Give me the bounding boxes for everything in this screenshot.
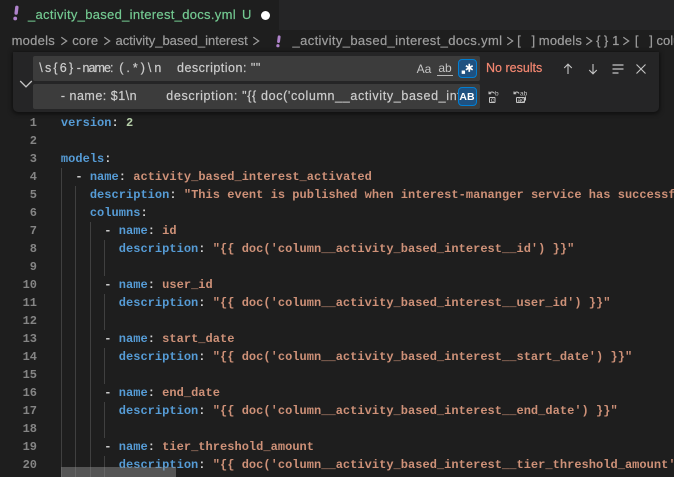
svg-text:b: b [495, 91, 499, 98]
svg-text:ac: ac [518, 97, 526, 104]
